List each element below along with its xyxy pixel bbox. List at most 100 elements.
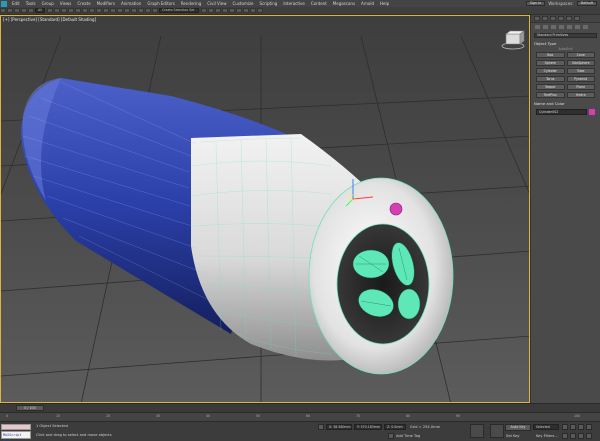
menu-edit[interactable]: Edit (9, 1, 23, 6)
set-key-button[interactable]: Set Key (506, 434, 520, 438)
curve-editor-icon[interactable] (221, 8, 228, 13)
workspace-dropdown[interactable]: Default (576, 1, 597, 6)
shapes-icon[interactable] (543, 25, 548, 29)
sphere-button[interactable]: Sphere (536, 60, 565, 66)
menu-customize[interactable]: Customize (230, 1, 257, 6)
systems-icon[interactable] (583, 25, 588, 29)
helpers-icon[interactable] (567, 25, 572, 29)
geometry-icon[interactable] (535, 25, 540, 29)
plane-button[interactable]: Plane (566, 84, 595, 90)
render-production-icon[interactable] (256, 8, 263, 13)
add-time-tag[interactable]: Add Time Tag (396, 434, 420, 438)
z-coordinate-field[interactable]: Z: 0.0mm (384, 424, 406, 430)
menu-help[interactable]: Help (377, 1, 392, 6)
align-icon[interactable] (207, 8, 214, 13)
time-slider-thumb[interactable]: 0 / 100 (16, 405, 44, 411)
material-editor-icon[interactable] (235, 8, 242, 13)
maxscript-listener-output[interactable] (1, 424, 31, 430)
modify-tab-icon[interactable] (542, 16, 548, 21)
zoom-all-icon[interactable] (570, 433, 576, 439)
textplus-button[interactable]: TextPlus (536, 92, 565, 98)
utilities-tab-icon[interactable] (574, 16, 580, 21)
menu-animation[interactable]: Animation (118, 1, 144, 6)
primitive-category-dropdown[interactable]: Standard Primitives (534, 33, 597, 38)
menu-views[interactable]: Views (57, 1, 75, 6)
hierarchy-tab-icon[interactable] (550, 16, 556, 21)
zoom-icon[interactable] (562, 433, 568, 439)
link-icon[interactable] (14, 8, 20, 13)
display-tab-icon[interactable] (566, 16, 572, 21)
geosphere-button[interactable]: GeoSphere (566, 60, 595, 66)
maxscript-mini-listener[interactable]: MAXScript Mini (1, 431, 31, 441)
go-to-start-icon[interactable] (562, 424, 568, 430)
undo-icon[interactable] (0, 8, 6, 13)
create-tab-icon[interactable] (534, 16, 540, 21)
orbit-icon[interactable] (586, 433, 592, 439)
menu-interactive[interactable]: Interactive (280, 1, 308, 6)
magenta-sphere[interactable] (389, 202, 403, 216)
cameras-icon[interactable] (559, 25, 564, 29)
time-tag-icon[interactable] (388, 433, 394, 439)
go-to-end-icon[interactable] (578, 424, 584, 430)
redo-icon[interactable] (7, 8, 13, 13)
object-color-swatch[interactable] (589, 109, 595, 115)
angle-snap-icon[interactable] (137, 8, 144, 13)
y-coordinate-field[interactable]: Y: 570.183mm (354, 424, 382, 430)
menu-scripting[interactable]: Scripting (257, 1, 281, 6)
sign-in-button[interactable]: Sign In (525, 1, 546, 6)
app-icon[interactable] (1, 0, 7, 7)
spacewarps-icon[interactable] (575, 25, 580, 29)
menu-megascans[interactable]: Megascans (330, 1, 358, 6)
menu-create[interactable]: Create (74, 1, 93, 6)
menu-group[interactable]: Group (39, 1, 57, 6)
key-filters-button[interactable]: Key Filters... (536, 434, 558, 438)
menu-content[interactable]: Content (308, 1, 330, 6)
select-rotate-icon[interactable] (81, 8, 88, 13)
reference-coordinate-icon[interactable] (102, 8, 109, 13)
torus-button[interactable]: Torus (536, 76, 565, 82)
x-coordinate-field[interactable]: X: 38.560mm (326, 424, 352, 430)
cone-button[interactable]: Cone (566, 52, 595, 58)
hedra-button[interactable]: Hedra (566, 92, 595, 98)
pivot-center-icon[interactable] (109, 8, 116, 13)
menu-modifiers[interactable]: Modifiers (94, 1, 118, 6)
rendered-frame-window-icon[interactable] (249, 8, 256, 13)
pan-icon[interactable] (578, 433, 584, 439)
layer-explorer-icon[interactable] (214, 8, 221, 13)
viewport-label[interactable]: [+] [Perspective] [Standard] [Default Sh… (3, 17, 96, 22)
unlink-icon[interactable] (21, 8, 27, 13)
time-config-icon[interactable] (586, 424, 592, 430)
auto-key-button[interactable]: Auto Key (505, 424, 531, 431)
select-manipulate-icon[interactable] (116, 8, 123, 13)
menu-graph-editors[interactable]: Graph Editors (144, 1, 177, 6)
pyramid-button[interactable]: Pyramid (566, 76, 595, 82)
box-button[interactable]: Box (536, 52, 565, 58)
selected-mode-dropdown[interactable]: Selected (533, 424, 559, 430)
menu-arnold[interactable]: Arnold (358, 1, 377, 6)
motion-tab-icon[interactable] (558, 16, 564, 21)
select-scale-icon[interactable] (88, 8, 95, 13)
render-setup-icon[interactable] (242, 8, 249, 13)
set-key-icon[interactable] (490, 424, 504, 438)
bind-spacewarp-icon[interactable] (28, 8, 34, 13)
rectangle-selection-icon[interactable] (60, 8, 67, 13)
menu-tools[interactable]: Tools (23, 1, 39, 6)
object-name-field[interactable]: Cylinder002 (536, 109, 587, 115)
time-slider[interactable]: 0 / 100 (0, 403, 600, 412)
mirror-icon[interactable] (200, 8, 207, 13)
schematic-view-icon[interactable] (228, 8, 235, 13)
key-mode-icon[interactable] (470, 424, 484, 438)
snaps-toggle-icon[interactable] (130, 8, 137, 13)
teapot-button[interactable]: Teapot (536, 84, 565, 90)
lights-icon[interactable] (551, 25, 556, 29)
menu-rendering[interactable]: Rendering (178, 1, 204, 6)
select-move-icon[interactable] (74, 8, 81, 13)
menu-civil-view[interactable]: Civil View (204, 1, 229, 6)
selection-filter-dropdown[interactable]: All (35, 8, 45, 13)
perspective-viewport[interactable]: [+] [Perspective] [Standard] [Default Sh… (0, 15, 530, 403)
play-icon[interactable] (570, 424, 576, 430)
place-icon[interactable] (95, 8, 102, 13)
selection-set-dropdown[interactable]: Create Selection Set (158, 8, 199, 13)
spinner-snap-icon[interactable] (151, 8, 158, 13)
tube-button[interactable]: Tube (566, 68, 595, 74)
